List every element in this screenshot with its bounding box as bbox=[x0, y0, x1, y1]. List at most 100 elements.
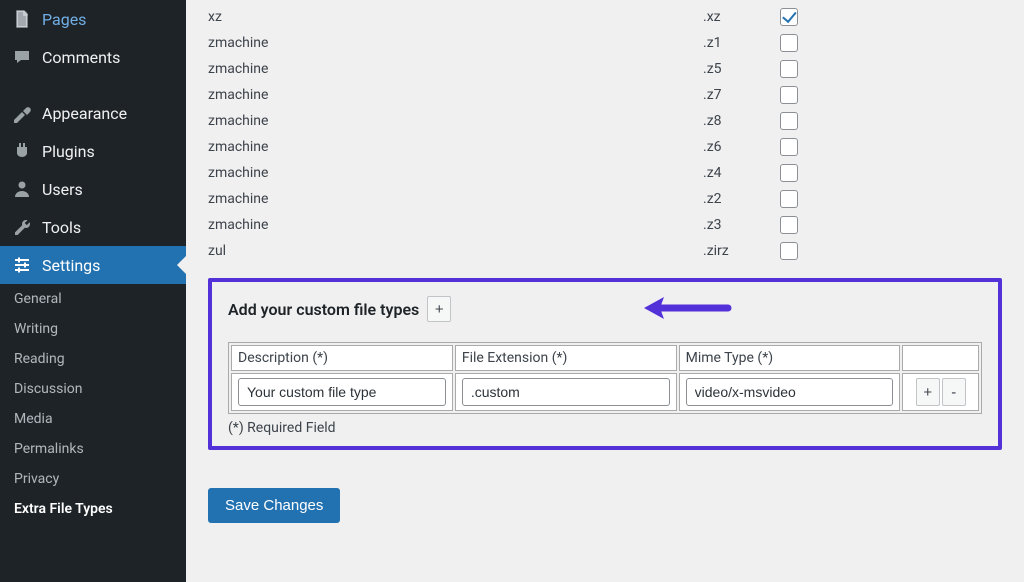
file-type-extension: .xz bbox=[703, 9, 778, 25]
custom-types-row: +- bbox=[231, 373, 979, 411]
file-type-extension: .zirz bbox=[703, 243, 778, 259]
sidebar-sub-writing[interactable]: Writing bbox=[0, 314, 186, 344]
file-type-checkbox[interactable] bbox=[780, 242, 798, 260]
extension-input[interactable] bbox=[462, 378, 670, 406]
file-type-description: zmachine bbox=[208, 139, 703, 155]
file-type-description: xz bbox=[208, 9, 703, 25]
sidebar-item-label: Pages bbox=[42, 10, 86, 29]
file-type-extension: .z4 bbox=[703, 165, 778, 181]
file-type-row: xz.xz bbox=[208, 4, 1002, 30]
file-type-row: zmachine.z3 bbox=[208, 212, 1002, 238]
sidebar-item-users[interactable]: Users bbox=[0, 170, 186, 208]
file-type-checkbox-cell bbox=[778, 8, 800, 26]
file-type-checkbox[interactable] bbox=[780, 60, 798, 78]
file-type-row: zmachine.z8 bbox=[208, 108, 1002, 134]
file-type-row: zul.zirz bbox=[208, 238, 1002, 264]
sidebar-sub-reading[interactable]: Reading bbox=[0, 344, 186, 374]
file-type-checkbox[interactable] bbox=[780, 8, 798, 26]
custom-file-types-section: Add your custom file types + Description… bbox=[208, 278, 1002, 450]
plugins-icon bbox=[12, 141, 32, 161]
add-custom-type-button[interactable]: + bbox=[427, 296, 451, 322]
header-description: Description (*) bbox=[231, 345, 453, 371]
comments-icon bbox=[12, 47, 32, 67]
file-type-extension: .z7 bbox=[703, 87, 778, 103]
file-type-checkbox[interactable] bbox=[780, 112, 798, 130]
appearance-icon bbox=[12, 103, 32, 123]
file-type-description: zmachine bbox=[208, 113, 703, 129]
file-type-row: zmachine.z4 bbox=[208, 160, 1002, 186]
file-type-checkbox[interactable] bbox=[780, 190, 798, 208]
annotation-arrow-icon bbox=[642, 294, 732, 322]
sidebar-sub-general[interactable]: General bbox=[0, 284, 186, 314]
file-type-checkbox-cell bbox=[778, 164, 800, 182]
header-mime: Mime Type (*) bbox=[679, 345, 901, 371]
file-type-row: zmachine.z6 bbox=[208, 134, 1002, 160]
custom-section-title-row: Add your custom file types + bbox=[228, 296, 451, 322]
file-type-checkbox-cell bbox=[778, 216, 800, 234]
mime-input[interactable] bbox=[686, 378, 894, 406]
sidebar-item-label: Settings bbox=[42, 256, 100, 275]
sidebar-sub-privacy[interactable]: Privacy bbox=[0, 464, 186, 494]
file-type-row: zmachine.z7 bbox=[208, 82, 1002, 108]
file-type-checkbox-cell bbox=[778, 190, 800, 208]
file-type-extension: .z1 bbox=[703, 35, 778, 51]
file-type-checkbox-cell bbox=[778, 60, 800, 78]
custom-types-header-row: Description (*) File Extension (*) Mime … bbox=[231, 345, 979, 371]
file-type-description: zmachine bbox=[208, 217, 703, 233]
custom-section-title: Add your custom file types bbox=[228, 300, 419, 319]
sidebar-item-label: Comments bbox=[42, 48, 120, 67]
admin-sidebar: Pages Comments Appearance Plugins Users … bbox=[0, 0, 186, 582]
sidebar-item-settings[interactable]: Settings bbox=[0, 246, 186, 284]
sidebar-item-label: Appearance bbox=[42, 104, 127, 123]
row-add-button[interactable]: + bbox=[916, 378, 940, 406]
file-type-row: zmachine.z5 bbox=[208, 56, 1002, 82]
file-type-checkbox[interactable] bbox=[780, 164, 798, 182]
row-remove-button[interactable]: - bbox=[942, 378, 966, 406]
file-type-description: zmachine bbox=[208, 87, 703, 103]
pages-icon bbox=[12, 9, 32, 29]
file-type-extension: .z6 bbox=[703, 139, 778, 155]
file-type-checkbox[interactable] bbox=[780, 86, 798, 104]
file-type-description: zmachine bbox=[208, 191, 703, 207]
file-type-checkbox[interactable] bbox=[780, 34, 798, 52]
file-type-extension: .z2 bbox=[703, 191, 778, 207]
file-type-description: zul bbox=[208, 243, 703, 259]
settings-icon bbox=[12, 255, 32, 275]
sidebar-sub-extra-file-types[interactable]: Extra File Types bbox=[0, 494, 186, 524]
file-type-extension: .z5 bbox=[703, 61, 778, 77]
file-type-checkbox-cell bbox=[778, 242, 800, 260]
sidebar-item-pages[interactable]: Pages bbox=[0, 0, 186, 38]
file-types-list: xz.xzzmachine.z1zmachine.z5zmachine.z7zm… bbox=[208, 4, 1002, 264]
file-type-checkbox[interactable] bbox=[780, 216, 798, 234]
file-type-checkbox-cell bbox=[778, 34, 800, 52]
file-type-checkbox-cell bbox=[778, 138, 800, 156]
file-type-checkbox-cell bbox=[778, 112, 800, 130]
sidebar-sub-media[interactable]: Media bbox=[0, 404, 186, 434]
file-type-row: zmachine.z1 bbox=[208, 30, 1002, 56]
sidebar-sub-permalinks[interactable]: Permalinks bbox=[0, 434, 186, 464]
sidebar-item-label: Tools bbox=[42, 218, 81, 237]
file-type-row: zmachine.z2 bbox=[208, 186, 1002, 212]
header-actions bbox=[902, 345, 979, 371]
users-icon bbox=[12, 179, 32, 199]
required-field-note: (*) Required Field bbox=[228, 420, 982, 436]
description-input[interactable] bbox=[238, 378, 446, 406]
sidebar-sub-discussion[interactable]: Discussion bbox=[0, 374, 186, 404]
file-type-checkbox-cell bbox=[778, 86, 800, 104]
save-changes-button[interactable]: Save Changes bbox=[208, 488, 340, 523]
file-type-description: zmachine bbox=[208, 61, 703, 77]
sidebar-item-label: Users bbox=[42, 180, 83, 199]
sidebar-item-tools[interactable]: Tools bbox=[0, 208, 186, 246]
file-type-extension: .z3 bbox=[703, 217, 778, 233]
file-type-description: zmachine bbox=[208, 165, 703, 181]
main-content: xz.xzzmachine.z1zmachine.z5zmachine.z7zm… bbox=[186, 0, 1024, 582]
file-type-checkbox[interactable] bbox=[780, 138, 798, 156]
sidebar-item-appearance[interactable]: Appearance bbox=[0, 94, 186, 132]
custom-types-table: Description (*) File Extension (*) Mime … bbox=[228, 342, 982, 414]
tools-icon bbox=[12, 217, 32, 237]
file-type-description: zmachine bbox=[208, 35, 703, 51]
sidebar-item-comments[interactable]: Comments bbox=[0, 38, 186, 76]
sidebar-item-plugins[interactable]: Plugins bbox=[0, 132, 186, 170]
header-extension: File Extension (*) bbox=[455, 345, 677, 371]
sidebar-item-label: Plugins bbox=[42, 142, 95, 161]
